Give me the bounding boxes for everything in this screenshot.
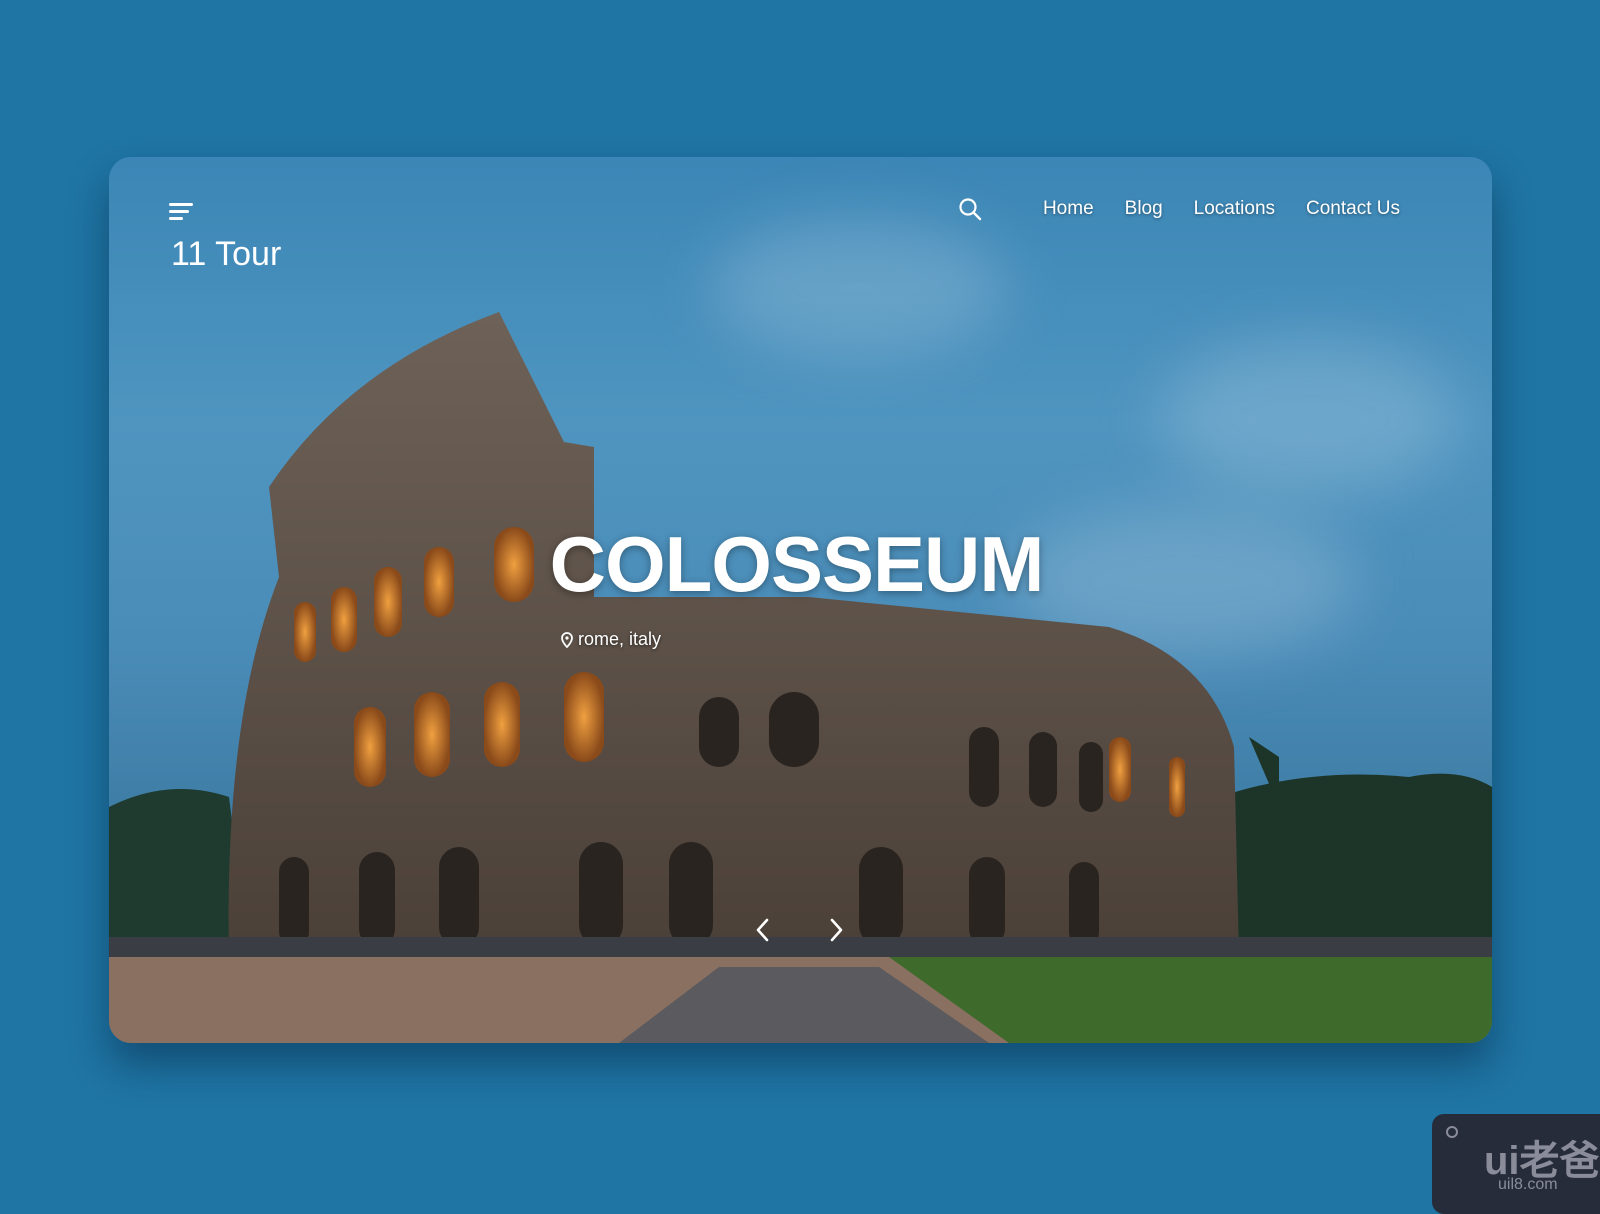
hero-location: rome, italy bbox=[561, 629, 661, 650]
search-icon[interactable] bbox=[958, 197, 982, 221]
watermark: ui老爸 uil8.com bbox=[1432, 1114, 1600, 1214]
prev-slide-arrow-icon[interactable] bbox=[753, 917, 773, 943]
main-nav: Home Blog Locations Contact Us bbox=[958, 197, 1400, 221]
nav-contact-us[interactable]: Contact Us bbox=[1306, 198, 1400, 220]
nav-blog[interactable]: Blog bbox=[1125, 198, 1163, 220]
nav-home[interactable]: Home bbox=[1043, 198, 1094, 220]
hero-title: COLOSSEUM bbox=[549, 520, 1045, 608]
nav-locations[interactable]: Locations bbox=[1194, 198, 1275, 220]
location-text: rome, italy bbox=[578, 629, 662, 649]
next-slide-arrow-icon[interactable] bbox=[826, 917, 846, 943]
ring-icon bbox=[1446, 1126, 1458, 1138]
location-pin-icon bbox=[561, 631, 573, 648]
brand-logo[interactable]: 11 Tour bbox=[171, 235, 281, 274]
menu-icon[interactable] bbox=[169, 203, 193, 224]
hero-card: 11 Tour Home Blog Locations Contact Us C… bbox=[109, 157, 1492, 1043]
watermark-url: uil8.com bbox=[1498, 1176, 1558, 1193]
